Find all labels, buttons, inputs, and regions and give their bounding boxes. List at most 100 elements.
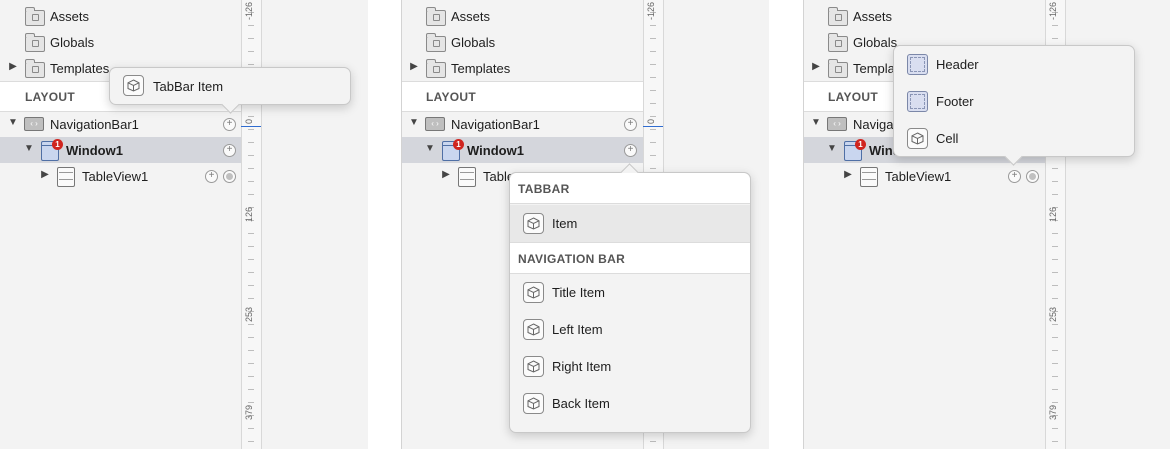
disclosure-down-icon[interactable]: ▼ <box>8 117 18 128</box>
ruler-tick-label: 126 <box>244 206 254 222</box>
table-view-icon <box>458 167 476 187</box>
menu-item-title-item[interactable]: Title Item <box>510 274 750 311</box>
add-item-popover: TabBar Item <box>109 67 351 114</box>
folder-icon <box>25 7 45 26</box>
section-title: TABBAR <box>518 182 570 196</box>
menu-item-header[interactable]: Header <box>894 46 1134 83</box>
menu-item-label: Footer <box>936 94 974 109</box>
tree-item-tableview[interactable]: ▶ TableView1 + <box>804 163 1045 189</box>
ruler-tick-label: 379 <box>1048 404 1058 420</box>
ruler-tick-label: -126 <box>1048 1 1058 20</box>
folder-icon <box>426 59 446 78</box>
layout-section-header: LAYOUT <box>402 81 643 112</box>
add-child-icon[interactable]: + <box>223 118 236 131</box>
tree-item-templates[interactable]: ▶ Templates <box>402 55 643 81</box>
ruler-tick-label: 0 <box>646 118 656 124</box>
menu-section-header: NAVIGATION BAR <box>510 242 750 274</box>
folder-icon <box>426 33 446 52</box>
add-child-icon[interactable]: + <box>624 118 637 131</box>
tree-item-label: Globals <box>50 35 95 50</box>
add-child-icon[interactable]: + <box>1008 170 1021 183</box>
menu-section-header: TABBAR <box>510 173 750 204</box>
header-placeholder-icon <box>907 54 928 75</box>
tree-item-navigation-bar[interactable]: ▼ ‹ › NavigationBar1 + <box>0 111 241 137</box>
tree-item-assets[interactable]: Assets <box>804 3 1045 29</box>
section-title: LAYOUT <box>426 90 477 104</box>
tree-item-navigation-bar[interactable]: ▼ ‹ › NavigationBar1 + <box>402 111 643 137</box>
add-child-icon[interactable]: + <box>624 144 637 157</box>
tree-item-label: NavigationBar1 <box>50 117 139 132</box>
add-child-icon[interactable]: + <box>223 144 236 157</box>
disclosure-down-icon[interactable]: ▼ <box>811 117 821 128</box>
folder-icon <box>828 33 848 52</box>
disclosure-right-icon[interactable]: ▶ <box>8 61 18 72</box>
error-badge: 1 <box>52 139 63 150</box>
table-view-icon <box>57 167 75 187</box>
add-child-icon[interactable]: + <box>205 170 218 183</box>
menu-item-label: TabBar Item <box>153 79 224 94</box>
tree-item-label: Templates <box>50 61 110 76</box>
menu-item-label: Item <box>552 216 578 231</box>
tree-item-globals[interactable]: Globals <box>402 29 643 55</box>
tree-item-assets[interactable]: Assets <box>402 3 643 29</box>
menu-item-right-item[interactable]: Right Item <box>510 348 750 385</box>
tree-item-label: Assets <box>451 9 491 24</box>
disclosure-right-icon[interactable]: ▶ <box>40 169 50 180</box>
disclosure-right-icon[interactable]: ▶ <box>441 169 451 180</box>
cube-icon <box>523 356 544 377</box>
section-title: LAYOUT <box>828 90 879 104</box>
tree-item-window[interactable]: ▼ 1 Window1 + <box>402 137 643 163</box>
cube-icon <box>523 393 544 414</box>
section-title: NAVIGATION BAR <box>518 252 626 266</box>
visibility-toggle-icon[interactable] <box>223 170 236 183</box>
menu-item-label: Cell <box>936 131 959 146</box>
menu-item-tabbar-item[interactable]: TabBar Item <box>110 68 350 105</box>
folder-icon <box>25 59 45 78</box>
menu-item-label: Left Item <box>552 322 603 337</box>
disclosure-right-icon[interactable]: ▶ <box>409 61 419 72</box>
menu-item-tabbar-item[interactable]: Item <box>510 205 750 242</box>
menu-item-label: Back Item <box>552 396 610 411</box>
tree-item-tableview[interactable]: ▶ TableView1 + <box>0 163 241 189</box>
tree-item-label: Globals <box>451 35 496 50</box>
menu-item-back-item[interactable]: Back Item <box>510 385 750 422</box>
menu-item-label: Header <box>936 57 979 72</box>
error-badge: 1 <box>855 139 866 150</box>
tree-item-window[interactable]: ▼ 1 Window1 + <box>0 137 241 163</box>
cube-icon <box>523 319 544 340</box>
cube-icon <box>907 128 928 149</box>
disclosure-down-icon[interactable]: ▼ <box>409 117 419 128</box>
disclosure-down-icon[interactable]: ▼ <box>827 143 837 154</box>
disclosure-right-icon[interactable]: ▶ <box>811 61 821 72</box>
tree-item-label: TableView1 <box>885 169 952 184</box>
tree-item-label: NavigationBar1 <box>451 117 540 132</box>
navigation-bar-icon: ‹ › <box>24 117 44 131</box>
folder-icon <box>426 7 446 26</box>
ruler-tick-label: 379 <box>244 404 254 420</box>
cube-icon <box>523 213 544 234</box>
menu-item-footer[interactable]: Footer <box>894 83 1134 120</box>
visibility-toggle-icon[interactable] <box>1026 170 1039 183</box>
menu-item-cell[interactable]: Cell <box>894 120 1134 156</box>
folder-icon <box>828 59 848 78</box>
menu-item-left-item[interactable]: Left Item <box>510 311 750 348</box>
ruler-tick-label: -126 <box>244 1 254 20</box>
tree-item-label: Navigat <box>853 117 898 132</box>
table-view-icon <box>860 167 878 187</box>
disclosure-down-icon[interactable]: ▼ <box>425 143 435 154</box>
tree-item-globals[interactable]: Globals <box>0 29 241 55</box>
disclosure-right-icon[interactable]: ▶ <box>843 169 853 180</box>
ruler-tick-label: 253 <box>244 306 254 322</box>
tree-item-assets[interactable]: Assets <box>0 3 241 29</box>
footer-placeholder-icon <box>907 91 928 112</box>
tree-item-label: Assets <box>853 9 893 24</box>
ruler-tick-label: 253 <box>1048 306 1058 322</box>
ruler-origin-line <box>643 126 663 127</box>
tree-item-label: Assets <box>50 9 90 24</box>
error-badge: 1 <box>453 139 464 150</box>
tree-item-label: Templates <box>451 61 511 76</box>
navigation-bar-icon: ‹ › <box>425 117 445 131</box>
tree-item-label: Window1 <box>467 143 524 158</box>
disclosure-down-icon[interactable]: ▼ <box>24 143 34 154</box>
cube-icon <box>123 75 144 96</box>
